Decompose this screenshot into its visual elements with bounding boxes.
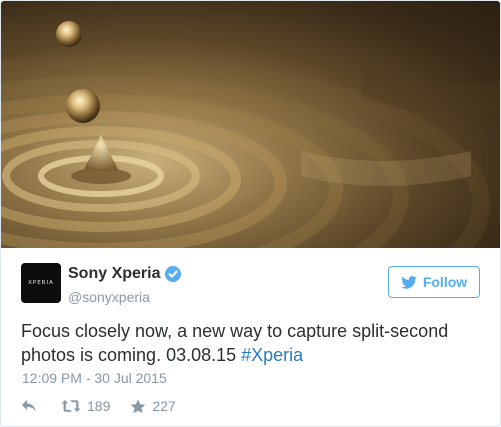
- tweet-header: XPERIA Sony Xperia @sonyxperia Follow: [1, 248, 500, 308]
- author-name[interactable]: Sony Xperia: [68, 265, 182, 283]
- author-handle[interactable]: @sonyxperia: [68, 289, 150, 305]
- tweet-timestamp[interactable]: 12:09 PM - 30 Jul 2015: [22, 370, 167, 386]
- tweet-card: XPERIA Sony Xperia @sonyxperia Follow Fo…: [0, 0, 501, 427]
- water-droplet-image: [1, 21, 500, 248]
- tweet-text-main: Focus closely now, a new way to capture …: [21, 321, 449, 365]
- tweet-text: Focus closely now, a new way to capture …: [21, 319, 491, 367]
- hashtag-link[interactable]: #Xperia: [241, 345, 303, 365]
- retweet-count: 189: [87, 398, 111, 414]
- verified-icon: [165, 266, 182, 282]
- follow-button[interactable]: Follow: [388, 266, 480, 298]
- favorite-count: 227: [152, 398, 176, 414]
- retweet-button[interactable]: 189: [61, 398, 110, 414]
- tweet-photo[interactable]: [1, 1, 500, 248]
- retweet-icon: [61, 400, 81, 412]
- reply-button[interactable]: [21, 399, 37, 413]
- author-name-text: Sony Xperia: [68, 265, 161, 282]
- twitter-bird-icon: [401, 275, 417, 289]
- avatar[interactable]: XPERIA: [21, 263, 61, 303]
- reply-icon: [22, 400, 36, 412]
- favorite-button[interactable]: 227: [130, 398, 176, 414]
- avatar-text: XPERIA: [28, 280, 54, 286]
- favorite-star-icon: [131, 399, 146, 413]
- follow-label: Follow: [422, 274, 468, 290]
- tweet-actions: 189 227: [21, 396, 176, 416]
